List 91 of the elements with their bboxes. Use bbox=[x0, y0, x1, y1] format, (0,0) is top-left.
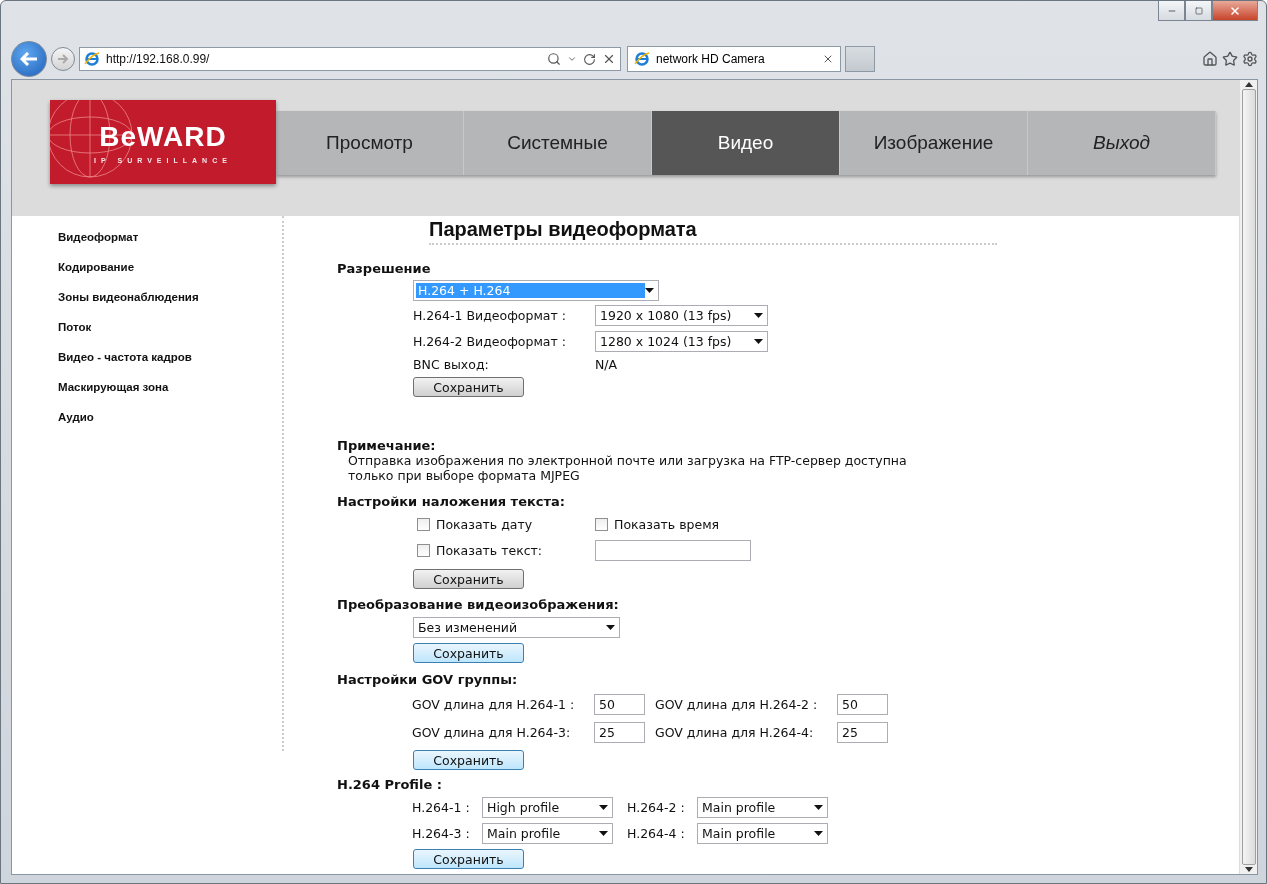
minimize-button[interactable] bbox=[1158, 1, 1185, 21]
search-icon[interactable] bbox=[547, 52, 561, 66]
nav-tab[interactable]: Видео bbox=[652, 111, 840, 175]
caret-icon bbox=[599, 831, 608, 836]
field-label: H.264-2 : bbox=[627, 800, 686, 815]
field-label: H.264-1 : bbox=[412, 800, 471, 815]
sidebar-link[interactable]: Кодирование bbox=[58, 261, 135, 273]
close-icon[interactable] bbox=[822, 53, 834, 65]
checkbox[interactable] bbox=[417, 544, 430, 557]
checkbox-label: Показать время bbox=[614, 517, 721, 532]
save-button[interactable]: Сохранить bbox=[413, 377, 524, 397]
address-bar[interactable]: http://192.168.0.99/ bbox=[79, 47, 621, 71]
caret-icon bbox=[814, 805, 823, 810]
settings-icon[interactable] bbox=[1242, 51, 1258, 67]
save-button[interactable]: Сохранить bbox=[413, 643, 524, 663]
maximize-icon bbox=[1194, 6, 1203, 15]
dropdown[interactable]: Main profile bbox=[697, 823, 828, 844]
scrollbar[interactable] bbox=[1239, 80, 1257, 874]
field-label: GOV длина для H.264-3: bbox=[412, 725, 572, 740]
section-heading: Настройки GOV группы: bbox=[337, 672, 519, 687]
back-button[interactable] bbox=[11, 41, 47, 77]
nav-tab[interactable]: Выход bbox=[1028, 111, 1216, 175]
caret-icon bbox=[754, 339, 763, 344]
section-heading: Настройки наложения текста: bbox=[337, 494, 566, 509]
nav-tab[interactable]: Изображение bbox=[840, 111, 1028, 175]
chevron-down-icon[interactable] bbox=[567, 54, 577, 64]
field-label: BNC выход: bbox=[413, 357, 490, 372]
section-heading: Преобразование видеоизображения: bbox=[337, 597, 620, 612]
back-arrow-icon bbox=[20, 52, 38, 66]
text-input[interactable]: 25 bbox=[594, 722, 645, 743]
sidebar-link[interactable]: Зоны видеонаблюдения bbox=[58, 291, 199, 303]
home-icon[interactable] bbox=[1202, 51, 1218, 67]
sidebar-link[interactable]: Аудио bbox=[58, 411, 94, 423]
caret-icon bbox=[645, 288, 654, 293]
text-input[interactable]: 25 bbox=[837, 722, 888, 743]
star-icon[interactable] bbox=[1222, 51, 1238, 67]
dropdown[interactable]: Main profile bbox=[482, 823, 613, 844]
section-heading: Примечание: bbox=[337, 438, 437, 453]
forward-button[interactable] bbox=[51, 47, 75, 71]
note-text: Отправка изображения по электронной почте или загрузка на FTP-сервер доступна только при выборе формата MJPEG bbox=[347, 453, 908, 483]
sidebar-link[interactable]: Маскирующая зона bbox=[58, 381, 169, 393]
dropdown[interactable]: High profile bbox=[482, 797, 613, 818]
refresh-icon[interactable] bbox=[583, 52, 596, 66]
close-button[interactable] bbox=[1212, 1, 1258, 21]
checkbox[interactable] bbox=[417, 518, 430, 531]
field-label: H.264-3 : bbox=[412, 826, 471, 841]
text-input[interactable]: 50 bbox=[594, 694, 645, 715]
dropdown[interactable]: Main profile bbox=[697, 797, 828, 818]
field-label: H.264-4 : bbox=[627, 826, 686, 841]
dropdown[interactable]: 1920 x 1080 (13 fps) bbox=[595, 305, 768, 326]
text-input[interactable]: 50 bbox=[837, 694, 888, 715]
browser-tab[interactable]: network HD Camera bbox=[627, 46, 841, 72]
close-icon bbox=[1229, 4, 1241, 17]
tab-title: network HD Camera bbox=[656, 52, 766, 66]
globe-e-icon bbox=[634, 51, 650, 67]
field-label: GOV длина для H.264-2 : bbox=[655, 697, 819, 712]
scrollbar-thumb[interactable] bbox=[1241, 89, 1256, 865]
close-icon[interactable] bbox=[602, 52, 616, 66]
caret-icon bbox=[814, 831, 823, 836]
dropdown[interactable]: Без изменений bbox=[413, 617, 620, 638]
maximize-button[interactable] bbox=[1185, 1, 1212, 21]
new-tab-button[interactable] bbox=[845, 46, 875, 72]
sidebar-link[interactable]: Поток bbox=[58, 321, 92, 333]
checkbox[interactable] bbox=[595, 518, 608, 531]
caret-icon bbox=[754, 313, 763, 318]
section-heading: Разрешение bbox=[337, 261, 432, 276]
checkbox-label: Показать дату bbox=[436, 517, 534, 532]
save-button[interactable]: Сохранить bbox=[413, 569, 524, 589]
field-label: H.264-1 Видеоформат : bbox=[413, 308, 567, 323]
text-input[interactable] bbox=[595, 540, 751, 561]
caret-icon bbox=[599, 805, 608, 810]
forward-arrow-icon bbox=[57, 54, 69, 64]
nav-tab[interactable]: Просмотр bbox=[276, 111, 464, 175]
up-arrow-icon[interactable] bbox=[1244, 82, 1253, 87]
caret-icon bbox=[606, 625, 615, 630]
field-label: GOV длина для H.264-1 : bbox=[412, 697, 576, 712]
section-heading: H.264 Profile : bbox=[337, 777, 443, 792]
save-button[interactable]: Сохранить bbox=[413, 849, 524, 869]
dropdown[interactable]: 1280 x 1024 (13 fps) bbox=[595, 331, 768, 352]
globe-e-icon bbox=[84, 51, 100, 67]
down-arrow-icon[interactable] bbox=[1244, 867, 1253, 872]
field-value: N/A bbox=[595, 357, 618, 372]
field-label: GOV длина для H.264-4: bbox=[655, 725, 815, 740]
brand-name: BeWARD bbox=[99, 120, 227, 153]
field-label: H.264-2 Видеоформат : bbox=[413, 334, 567, 349]
sidebar-link[interactable]: Видео - частота кадров bbox=[58, 351, 192, 363]
page-title: Параметры видеоформата bbox=[429, 216, 997, 245]
checkbox-label: Показать текст: bbox=[436, 543, 544, 558]
sidebar-link[interactable]: Видеоформат bbox=[58, 231, 139, 243]
url-text: http://192.168.0.99/ bbox=[106, 52, 211, 66]
save-button[interactable]: Сохранить bbox=[413, 750, 524, 770]
